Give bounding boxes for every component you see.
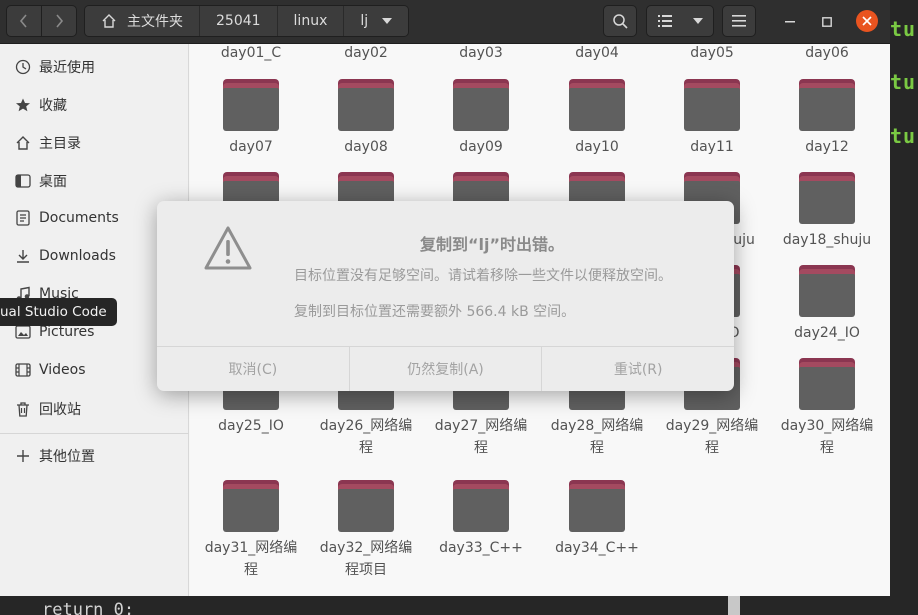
document-icon [14,209,32,227]
sidebar-item-starred[interactable]: 收藏 [0,88,189,122]
maximize-icon [822,17,832,27]
breadcrumb-25041[interactable]: 25041 [200,6,278,36]
hamburger-icon [732,15,746,27]
menu-button[interactable] [722,5,756,37]
breadcrumb: 主文件夹 25041 linux lj [84,5,410,37]
maximize-button[interactable] [816,11,838,33]
breadcrumb-label: 主文件夹 [127,14,183,30]
breadcrumb-linux[interactable]: linux [277,6,345,36]
sidebar-item-label: Downloads [39,248,116,264]
sidebar-item-desktop[interactable]: 桌面 [0,164,189,198]
view-options-button[interactable] [646,5,714,37]
tooltip: ual Studio Code [0,298,117,326]
dialog-button-row: 取消(C) 仍然复制(A) 重试(R) [157,346,734,391]
plus-icon [14,447,32,465]
minimize-button[interactable] [779,11,801,33]
terminal-code-line: return 0; [42,600,135,615]
error-dialog: 复制到“lj”时出错。 目标位置没有足够空间。请试着移除一些文件以便释放空间。 … [157,201,734,391]
back-button[interactable] [6,5,42,37]
sidebar-item-label: 其他位置 [39,449,95,465]
sidebar-item-label: 主目录 [39,136,81,152]
dialog-detail: 复制到目标位置还需要额外 566.4 kB 空间。 [294,304,576,320]
download-icon [14,247,32,265]
breadcrumb-home[interactable]: 主文件夹 [85,6,200,36]
retry-button[interactable]: 重试(R) [542,347,734,391]
terminal-scrollbar[interactable] [728,596,740,615]
terminal-prompt: tu: [890,70,918,94]
list-view-icon [657,15,672,27]
trash-icon [14,400,32,418]
sidebar-item-label: Pictures [39,324,95,340]
sidebar-item-label: 最近使用 [39,60,95,76]
copy-anyway-button[interactable]: 仍然复制(A) [350,347,543,391]
sidebar-item-label: Documents [39,210,119,226]
chevron-left-icon [19,14,27,28]
breadcrumb-lj[interactable]: lj [344,6,409,36]
breadcrumb-label: lj [360,13,369,29]
clock-icon [14,58,32,76]
close-button[interactable] [856,10,878,32]
sidebar-item-other-locations[interactable]: 其他位置 [0,439,189,473]
chevron-right-icon [56,14,64,28]
breadcrumb-label: 25041 [216,13,261,29]
sidebar-item-label: 桌面 [39,174,67,190]
desktop-icon [14,172,32,190]
sidebar-item-label: Videos [39,362,86,378]
sidebar-item-label: 收藏 [39,98,67,114]
breadcrumb-label: linux [293,13,328,29]
terminal-prompt: tu: [890,17,918,41]
search-button[interactable] [603,5,637,37]
headerbar: 主文件夹 25041 linux lj [0,0,890,44]
caret-down-icon [692,18,703,24]
forward-button[interactable] [41,5,77,37]
terminal-prompt: tu: [890,124,918,148]
sidebar-separator [0,433,189,434]
video-icon [14,361,32,379]
dialog-title: 复制到“lj”时出错。 [420,235,565,254]
star-icon [14,96,32,114]
caret-down-icon [382,18,393,24]
dialog-message: 目标位置没有足够空间。请试着移除一些文件以便释放空间。 [294,268,672,284]
sidebar-item-home[interactable]: 主目录 [0,126,189,160]
search-icon [613,14,628,29]
minimize-icon [785,21,795,23]
home-icon [102,14,116,28]
sidebar-item-label: 回收站 [39,402,81,418]
close-icon [862,16,872,26]
sidebar-item-recent[interactable]: 最近使用 [0,50,189,84]
sidebar-item-trash[interactable]: 回收站 [0,392,189,426]
home-icon [14,134,32,152]
cancel-button[interactable]: 取消(C) [157,347,350,391]
